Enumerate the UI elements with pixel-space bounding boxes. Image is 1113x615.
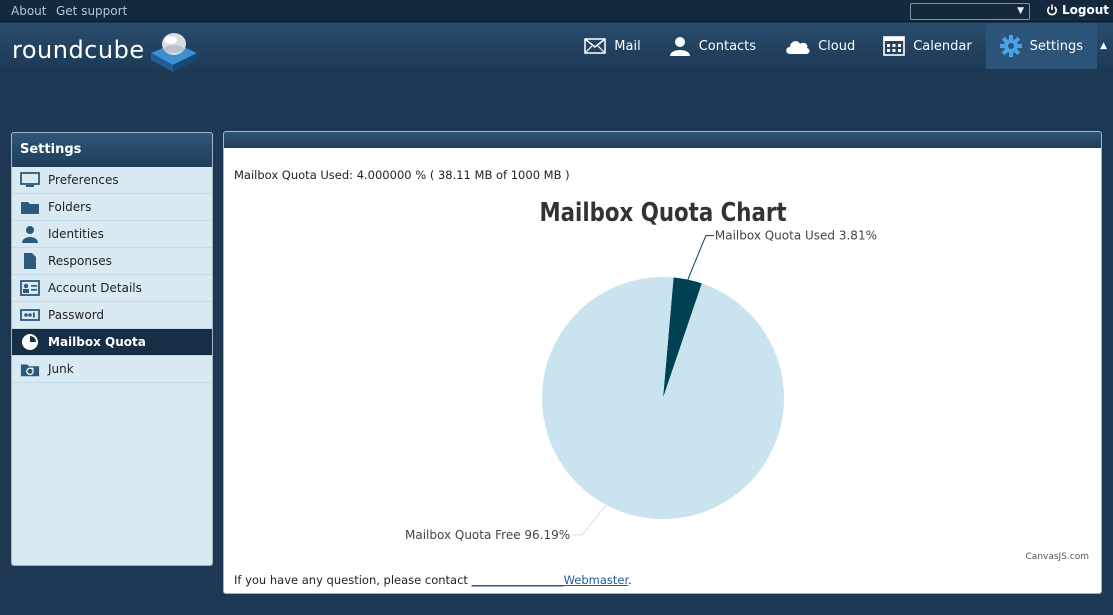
sidebar-item-label: Junk xyxy=(48,362,74,376)
main-navigation: Mail Contacts Cloud Calendar Settings xyxy=(570,23,1097,69)
sidebar-item-label: Mailbox Quota xyxy=(48,335,146,349)
person-icon xyxy=(20,225,40,243)
collapse-header-icon[interactable]: ▲ xyxy=(1100,41,1107,51)
content-panel: Mailbox Quota Used: 4.000000 % ( 38.11 M… xyxy=(223,131,1102,594)
nav-contacts[interactable]: Contacts xyxy=(655,23,770,69)
top-bar: About Get support ▼ Logout xyxy=(0,0,1113,22)
help-text: If you have any question, please contact… xyxy=(234,573,632,587)
sidebar-item-responses[interactable]: Responses xyxy=(12,248,212,275)
sidebar-item-label: Folders xyxy=(48,200,92,214)
envelope-icon xyxy=(584,38,607,54)
help-spacer-link[interactable]: ________________ xyxy=(472,573,564,587)
sidebar-item-account-details[interactable]: Account Details xyxy=(12,275,212,302)
sidebar-item-label: Password xyxy=(48,308,105,322)
quota-usage-text: Mailbox Quota Used: 4.000000 % ( 38.11 M… xyxy=(234,168,570,182)
pie-label: Mailbox Quota Used 3.81% xyxy=(715,229,877,243)
sidebar-item-identities[interactable]: Identities xyxy=(12,221,212,248)
id-card-icon xyxy=(20,279,40,297)
get-support-link[interactable]: Get support xyxy=(56,4,127,18)
logo: roundcube xyxy=(12,27,199,73)
cloud-icon xyxy=(786,41,810,54)
nav-contacts-label: Contacts xyxy=(698,38,757,54)
gear-icon xyxy=(999,35,1022,57)
account-select[interactable]: ▼ xyxy=(910,3,1030,20)
sidebar-item-folders[interactable]: Folders xyxy=(12,194,212,221)
chart-credit[interactable]: CanvasJS.com xyxy=(1026,552,1089,562)
power-icon xyxy=(1047,4,1057,16)
pie-slices xyxy=(542,277,784,519)
roundcube-logo-icon xyxy=(150,33,197,72)
chart-title: Mailbox Quota Chart xyxy=(539,197,786,228)
settings-sidebar: Settings Preferences Folders Identities … xyxy=(11,132,213,566)
logout-button[interactable]: Logout xyxy=(1046,3,1109,17)
folder-icon xyxy=(20,198,40,216)
nav-cloud-label: Cloud xyxy=(818,38,856,54)
help-suffix: . xyxy=(628,573,632,587)
nav-mail-label: Mail xyxy=(614,38,641,54)
nav-settings-label: Settings xyxy=(1029,38,1083,54)
chevron-down-icon: ▼ xyxy=(1017,6,1024,16)
password-icon xyxy=(20,306,40,324)
sidebar-item-label: Identities xyxy=(48,227,104,241)
sidebar-item-mailbox-quota[interactable]: Mailbox Quota xyxy=(12,329,212,356)
quota-pie-chart: Mailbox Quota Chart Mailbox Quota Used 3… xyxy=(234,192,1092,562)
sidebar-title: Settings xyxy=(12,133,212,167)
help-prefix: If you have any question, please contact xyxy=(234,573,472,587)
pie-slice-mailbox-quota-free[interactable] xyxy=(542,277,784,519)
nav-settings[interactable]: Settings xyxy=(985,23,1097,69)
monitor-icon xyxy=(20,171,40,189)
nav-calendar-label: Calendar xyxy=(913,38,972,54)
sidebar-item-preferences[interactable]: Preferences xyxy=(12,167,212,194)
sidebar-item-password[interactable]: Password xyxy=(12,302,212,329)
pie-label: Mailbox Quota Free 96.19% xyxy=(405,528,570,542)
person-icon xyxy=(669,37,690,56)
sidebar-item-junk[interactable]: Junk xyxy=(12,356,212,383)
logo-text: roundcube xyxy=(12,36,145,64)
content-header xyxy=(224,132,1101,148)
sidebar-item-label: Responses xyxy=(48,254,112,268)
header: roundcube Mail Contacts Cloud Calendar S… xyxy=(0,23,1113,72)
logout-label: Logout xyxy=(1062,3,1110,17)
calendar-icon xyxy=(883,36,906,56)
recycle-icon xyxy=(20,360,40,378)
sidebar-item-label: Preferences xyxy=(48,173,119,187)
document-icon xyxy=(20,252,40,270)
nav-calendar[interactable]: Calendar xyxy=(869,23,985,69)
nav-mail[interactable]: Mail xyxy=(570,23,654,69)
nav-cloud[interactable]: Cloud xyxy=(770,23,869,69)
sidebar-item-label: Account Details xyxy=(48,281,142,295)
pie-icon xyxy=(20,333,40,351)
about-link[interactable]: About xyxy=(11,4,46,18)
webmaster-link[interactable]: Webmaster xyxy=(564,573,629,587)
